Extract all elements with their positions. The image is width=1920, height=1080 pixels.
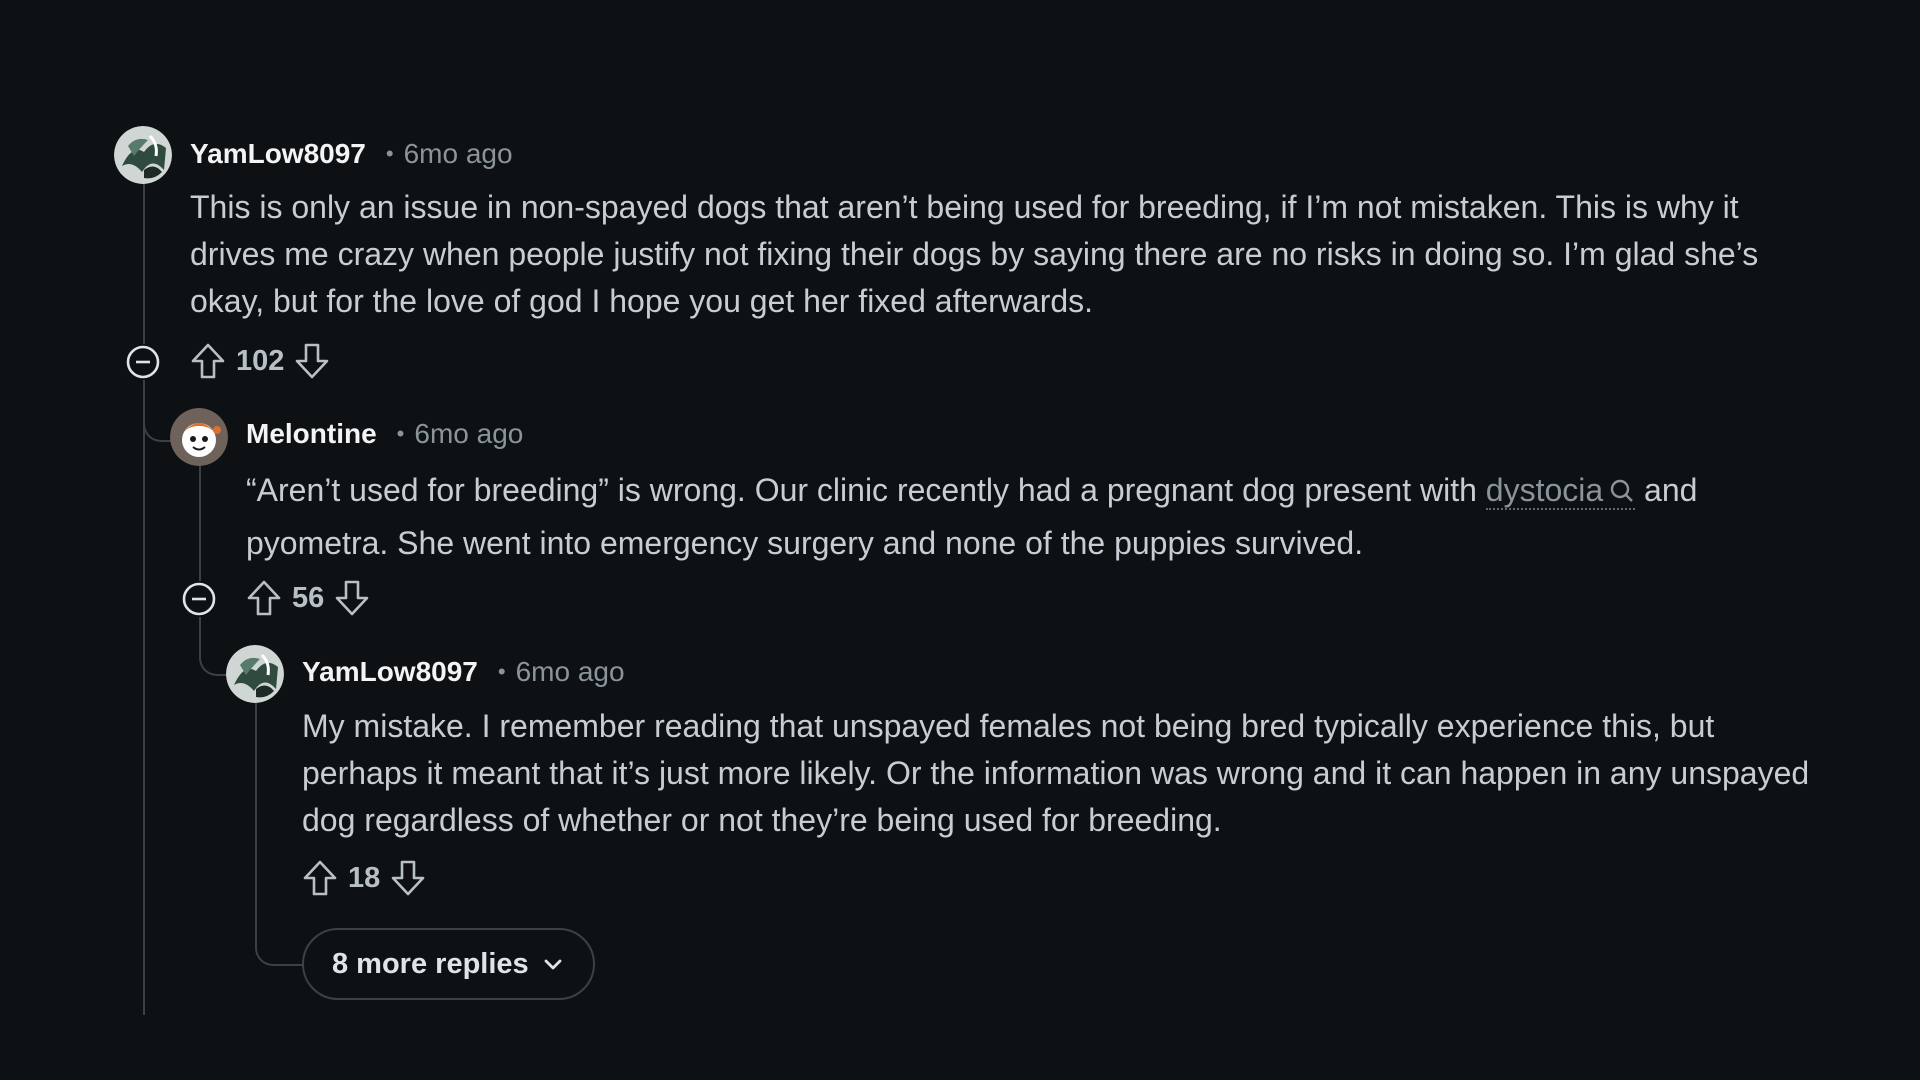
search-term-link[interactable]: dystocia (1485, 472, 1636, 510)
chevron-down-icon (544, 959, 562, 970)
comment-meta: Melontine • 6mo ago (246, 418, 523, 450)
collapse-thread-button[interactable] (125, 344, 161, 380)
vote-bar: 18 (302, 859, 426, 897)
thread-elbow-more-replies (255, 900, 307, 966)
separator-dot: • (396, 421, 405, 446)
timestamp[interactable]: 6mo ago (404, 138, 513, 170)
upvote-icon[interactable] (190, 342, 226, 380)
vote-count: 18 (348, 861, 381, 894)
search-icon (1609, 468, 1635, 518)
separator-dot: • (497, 659, 506, 684)
author-name[interactable]: YamLow8097 (302, 656, 478, 688)
separator-dot: • (385, 141, 394, 166)
minus-circle-icon (126, 345, 160, 379)
avatar[interactable] (170, 408, 228, 466)
comment-body: This is only an issue in non-spayed dogs… (190, 189, 1759, 319)
avatar[interactable] (114, 126, 172, 184)
collapse-thread-button[interactable] (181, 581, 217, 617)
avatar[interactable] (226, 645, 284, 703)
upvote-icon[interactable] (246, 579, 282, 617)
comment-body: My mistake. I remember reading that unsp… (302, 708, 1810, 838)
thread-line-level-2 (255, 703, 257, 933)
more-replies-button[interactable]: 8 more replies (302, 928, 595, 1000)
vote-count: 102 (236, 344, 285, 377)
vote-bar: 102 (190, 342, 330, 380)
author-name[interactable]: YamLow8097 (190, 138, 366, 170)
downvote-icon[interactable] (334, 579, 370, 617)
comment-body: “Aren’t used for breeding” is wrong. Our… (246, 465, 1766, 568)
upvote-icon[interactable] (302, 859, 338, 897)
timestamp[interactable]: 6mo ago (516, 656, 625, 688)
more-replies-label: 8 more replies (332, 947, 529, 980)
minus-circle-icon (182, 582, 216, 616)
author-name[interactable]: Melontine (246, 418, 377, 450)
timestamp[interactable]: 6mo ago (414, 418, 523, 450)
comment-meta: YamLow8097 • 6mo ago (190, 138, 513, 170)
downvote-icon[interactable] (390, 859, 426, 897)
comment-meta: YamLow8097 • 6mo ago (302, 656, 625, 688)
search-term-label: dystocia (1485, 472, 1604, 508)
thread-line-root (143, 182, 145, 1015)
comment-text-part: “Aren’t used for breeding” is wrong. Our… (246, 472, 1486, 508)
vote-count: 56 (292, 581, 325, 614)
downvote-icon[interactable] (294, 342, 330, 380)
vote-bar: 56 (246, 579, 370, 617)
